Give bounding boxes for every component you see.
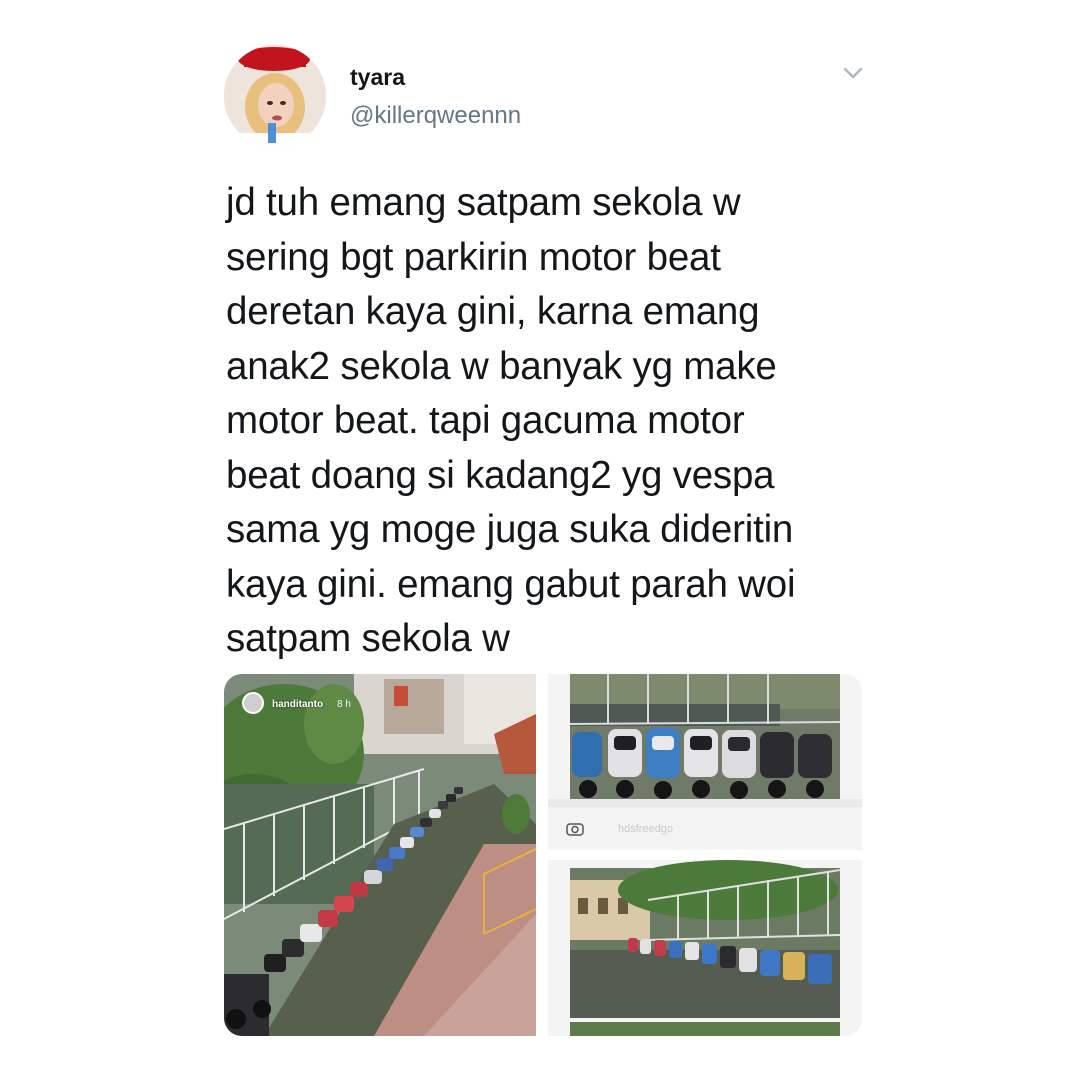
photo-scooters-yard[interactable] <box>548 860 862 1036</box>
user-avatar[interactable] <box>224 45 326 147</box>
camera-icon <box>566 822 584 836</box>
chevron-down-icon[interactable] <box>840 60 866 86</box>
display-name[interactable]: tyara <box>350 64 405 91</box>
tweet-text: jd tuh emang satpam sekola w sering bgt … <box>226 181 796 660</box>
story-username: handitanto <box>272 699 324 710</box>
tweet-card: tyara @killerqweennn jd tuh emang satpam… <box>0 0 1080 1080</box>
media-grid: handitanto 8 h hdsfreedgo <box>224 674 862 1036</box>
story-avatar <box>242 692 264 714</box>
photo-parking-row-overview[interactable]: handitanto 8 h <box>224 674 536 1036</box>
story-timestamp: 8 h <box>337 699 351 710</box>
photo-scooters-closeup[interactable]: hdsfreedgo <box>548 674 862 850</box>
user-handle[interactable]: @killerqweennn <box>350 102 521 130</box>
faded-username: hdsfreedgo <box>618 823 674 835</box>
